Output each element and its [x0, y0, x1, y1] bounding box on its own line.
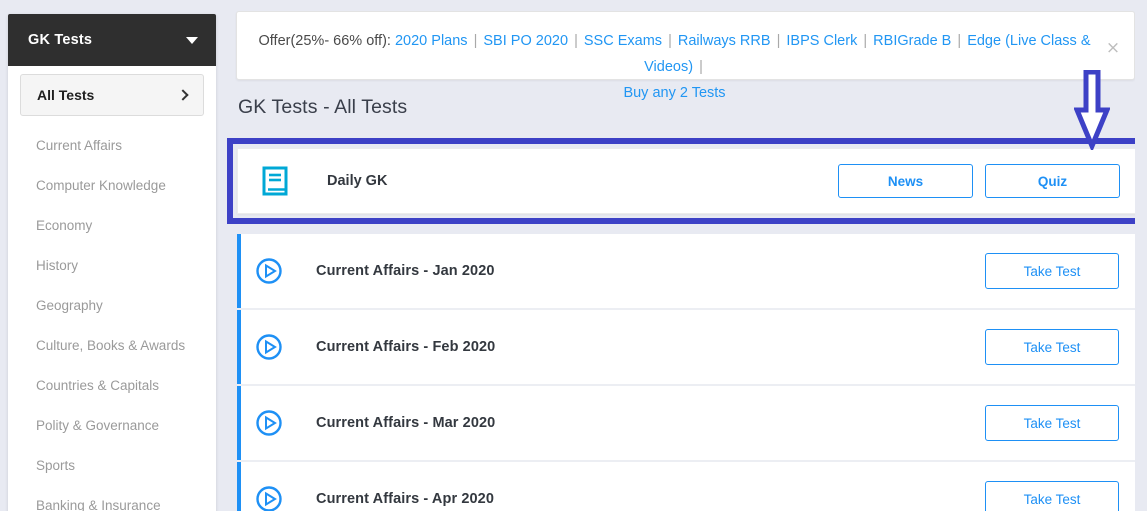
take-test-button[interactable]: Take Test [985, 253, 1119, 289]
main-content: Offer(25%- 66% off): 2020 Plans | SBI PO… [227, 0, 1147, 511]
sidebar-item-label: Sports [36, 457, 76, 473]
sidebar: GK Tests All Tests Current Affairs Compu… [8, 14, 216, 511]
row-accent-bar [237, 386, 241, 460]
sidebar-item-polity-governance[interactable]: Polity & Governance [20, 405, 204, 445]
test-name: Current Affairs - Feb 2020 [316, 339, 496, 355]
sidebar-item-all-tests[interactable]: All Tests [20, 74, 204, 116]
offer-link-sbi-po-2020[interactable]: SBI PO 2020 [483, 33, 568, 49]
sidebar-nav-list: All Tests Current Affairs Computer Knowl… [8, 66, 216, 511]
test-list: Current Affairs - Jan 2020 Take Test Cur… [237, 234, 1137, 511]
offer-separator: | [668, 33, 672, 49]
test-name: Current Affairs - Mar 2020 [316, 415, 496, 431]
sidebar-item-label: All Tests [37, 87, 95, 103]
row-accent-bar [237, 462, 241, 511]
sidebar-item-economy[interactable]: Economy [20, 205, 204, 245]
offer-link-ibps-clerk[interactable]: IBPS Clerk [786, 33, 857, 49]
sidebar-item-label: Computer Knowledge [36, 177, 166, 193]
offer-separator: | [863, 33, 868, 49]
sidebar-item-label: History [36, 257, 79, 273]
close-icon[interactable]: × [1104, 39, 1122, 57]
arrow-pointing-to-news-button [1074, 70, 1110, 150]
row-accent-bar [237, 310, 241, 384]
offer-banner-text: Offer(25%- 66% off): 2020 Plans | SBI PO… [237, 12, 1134, 106]
play-circle-icon[interactable] [255, 333, 283, 361]
test-name: Current Affairs - Apr 2020 [316, 491, 494, 507]
offer-separator: | [574, 33, 578, 49]
table-row[interactable]: Current Affairs - Apr 2020 Take Test [237, 462, 1137, 511]
sidebar-item-geography[interactable]: Geography [20, 285, 204, 325]
offer-link-railways-rrb[interactable]: Railways RRB [678, 33, 771, 49]
offer-prefix: Offer(25%- 66% off): [258, 33, 391, 49]
sidebar-item-label: Polity & Governance [36, 417, 160, 433]
table-row[interactable]: Current Affairs - Mar 2020 Take Test [237, 386, 1137, 462]
sidebar-item-history[interactable]: History [20, 245, 204, 285]
take-test-button[interactable]: Take Test [985, 405, 1119, 441]
sidebar-item-label: Culture, Books & Awards [36, 337, 186, 353]
offer-separator: | [473, 33, 478, 49]
row-accent-bar [237, 234, 241, 308]
offer-link-wrap-0: 2020 Plans | [395, 33, 483, 49]
offer-link-2020-plans[interactable]: 2020 Plans [395, 33, 468, 49]
sidebar-item-label: Geography [36, 297, 103, 313]
offer-link-ssc-exams[interactable]: SSC Exams [584, 33, 662, 49]
chevron-right-icon [177, 89, 189, 101]
play-circle-icon[interactable] [255, 257, 283, 285]
offer-link-wrap-4: IBPS Clerk | [786, 33, 873, 49]
page-title: GK Tests - All Tests [238, 96, 408, 118]
offer-banner: Offer(25%- 66% off): 2020 Plans | SBI PO… [236, 11, 1135, 101]
offer-link-wrap-2: SSC Exams | [584, 33, 678, 49]
sidebar-item-current-affairs[interactable]: Current Affairs [20, 125, 204, 165]
chevron-down-icon[interactable] [186, 36, 198, 44]
take-test-button[interactable]: Take Test [985, 329, 1119, 365]
offer-separator: | [957, 33, 962, 49]
sidebar-item-culture-books-awards[interactable]: Culture, Books & Awards [20, 325, 204, 365]
sidebar-item-label: Banking & Insurance [36, 497, 161, 511]
offer-separator: | [699, 59, 703, 75]
table-row[interactable]: Current Affairs - Feb 2020 Take Test [237, 310, 1137, 386]
test-name: Current Affairs - Jan 2020 [316, 263, 495, 279]
table-row[interactable]: Current Affairs - Jan 2020 Take Test [237, 234, 1137, 310]
sidebar-header[interactable]: GK Tests [8, 14, 216, 66]
play-circle-icon[interactable] [255, 485, 283, 511]
sidebar-item-label: Economy [36, 217, 93, 233]
offer-link-rbi-grade-b[interactable]: RBIGrade B [873, 33, 951, 49]
offer-link-buy-any-2-tests[interactable]: Buy any 2 Tests [623, 85, 725, 101]
offer-link-wrap-5: RBIGrade B | [873, 33, 967, 49]
app-root: GK Tests All Tests Current Affairs Compu… [0, 0, 1147, 511]
page-right-margin [1135, 0, 1147, 511]
sidebar-item-label: Current Affairs [36, 137, 123, 153]
offer-link-wrap-3: Railways RRB | [678, 33, 787, 49]
highlight-box-daily-gk [227, 138, 1147, 224]
sidebar-item-countries-capitals[interactable]: Countries & Capitals [20, 365, 204, 405]
sidebar-item-banking-insurance[interactable]: Banking & Insurance [20, 485, 204, 511]
sidebar-item-sports[interactable]: Sports [20, 445, 204, 485]
sidebar-item-computer-knowledge[interactable]: Computer Knowledge [20, 165, 204, 205]
sidebar-header-title: GK Tests [28, 32, 93, 48]
offer-separator: | [776, 33, 781, 49]
offer-link-wrap-1: SBI PO 2020 | [483, 33, 583, 49]
play-circle-icon[interactable] [255, 409, 283, 437]
sidebar-item-label: Countries & Capitals [36, 377, 160, 393]
take-test-button[interactable]: Take Test [985, 481, 1119, 511]
